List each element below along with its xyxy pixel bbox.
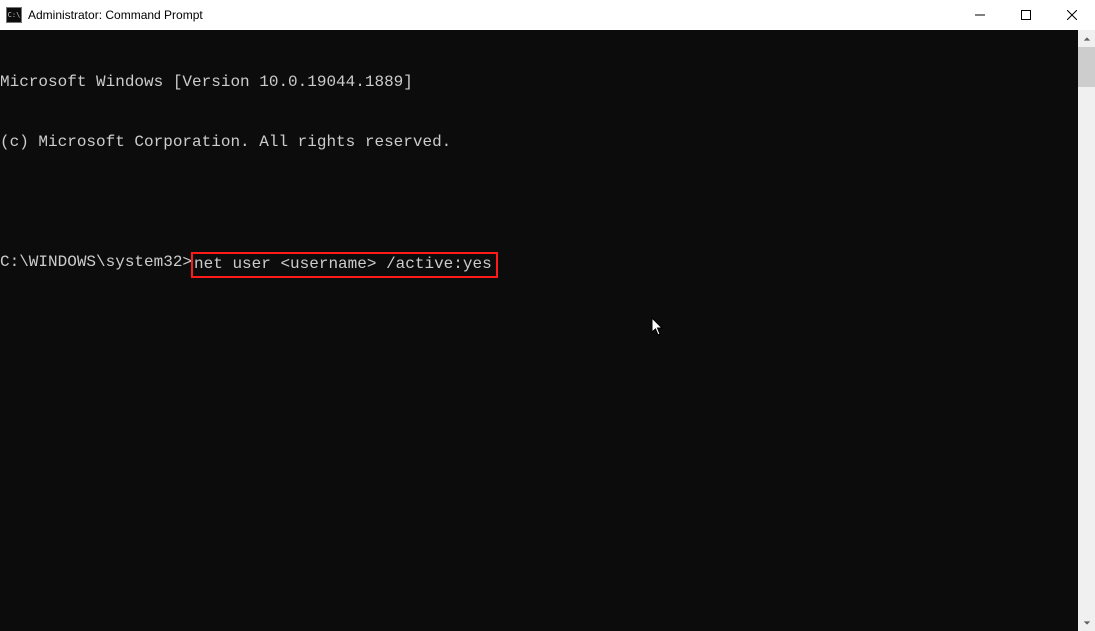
command-text: net user <username> /active:yes [194, 255, 492, 273]
titlebar: C:\ Administrator: Command Prompt [0, 0, 1095, 30]
window-title: Administrator: Command Prompt [28, 8, 203, 22]
prompt-text: C:\WINDOWS\system32> [0, 252, 192, 272]
window-controls [957, 0, 1095, 30]
content-row: Microsoft Windows [Version 10.0.19044.18… [0, 30, 1095, 631]
terminal-area[interactable]: Microsoft Windows [Version 10.0.19044.18… [0, 30, 1078, 631]
close-button[interactable] [1049, 0, 1095, 30]
vertical-scrollbar[interactable] [1078, 30, 1095, 631]
blank-line [0, 192, 1078, 212]
version-line: Microsoft Windows [Version 10.0.19044.18… [0, 72, 1078, 92]
scroll-track[interactable] [1078, 47, 1095, 614]
prompt-line: C:\WINDOWS\system32>net user <username> … [0, 252, 1078, 272]
maximize-button[interactable] [1003, 0, 1049, 30]
cmd-icon: C:\ [6, 7, 22, 23]
title-left: C:\ Administrator: Command Prompt [6, 7, 203, 23]
minimize-button[interactable] [957, 0, 1003, 30]
scroll-thumb[interactable] [1078, 47, 1095, 87]
copyright-line: (c) Microsoft Corporation. All rights re… [0, 132, 1078, 152]
mouse-cursor-icon [574, 297, 665, 363]
scroll-up-button[interactable] [1078, 30, 1095, 47]
scroll-down-button[interactable] [1078, 614, 1095, 631]
command-highlight: net user <username> /active:yes [191, 252, 498, 278]
cmd-window: C:\ Administrator: Command Prompt Micros… [0, 0, 1095, 631]
